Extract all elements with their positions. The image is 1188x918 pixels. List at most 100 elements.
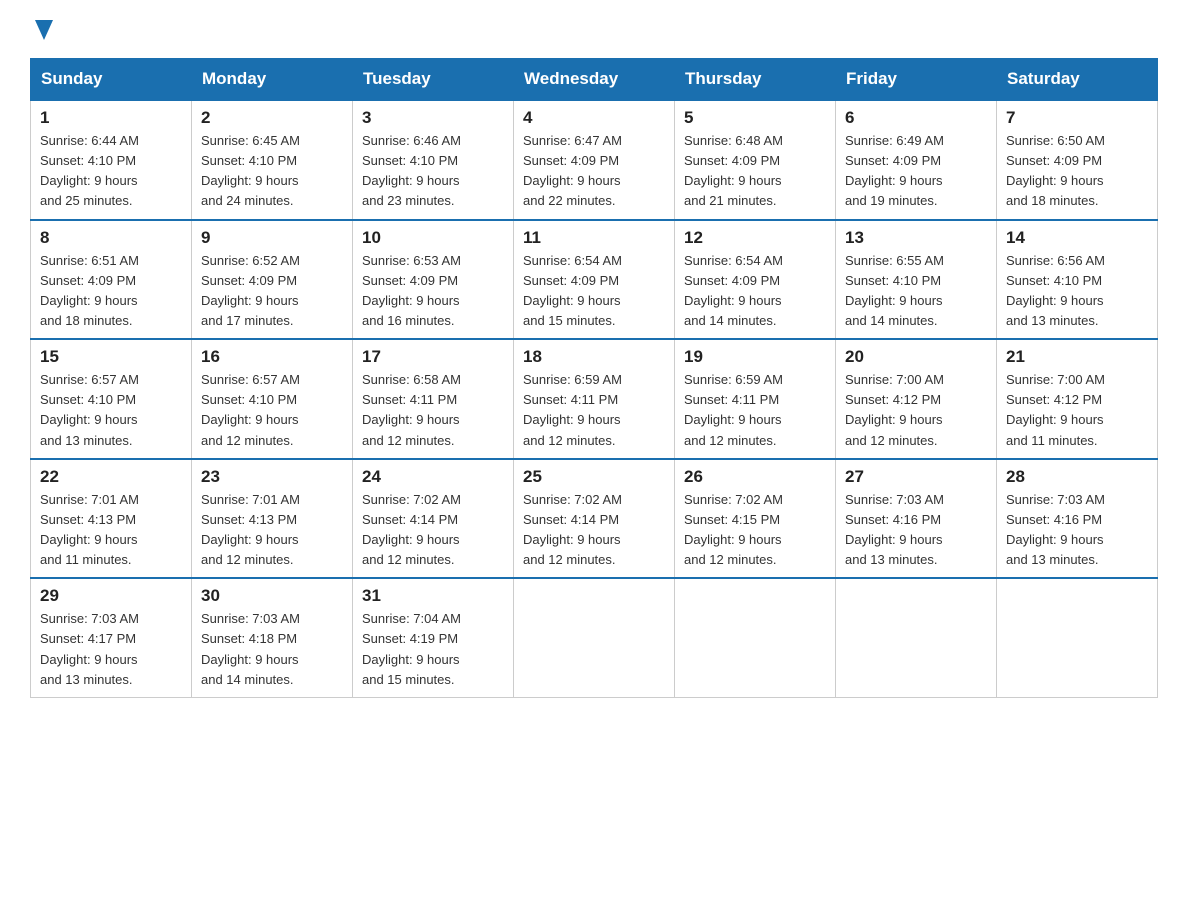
day-number: 21 xyxy=(1006,347,1148,367)
day-number: 13 xyxy=(845,228,987,248)
day-number: 16 xyxy=(201,347,343,367)
day-info: Sunrise: 7:02 AMSunset: 4:14 PMDaylight:… xyxy=(523,490,665,571)
calendar-cell: 31 Sunrise: 7:04 AMSunset: 4:19 PMDayligh… xyxy=(353,578,514,697)
calendar-cell xyxy=(836,578,997,697)
day-number: 26 xyxy=(684,467,826,487)
day-number: 7 xyxy=(1006,108,1148,128)
calendar-cell xyxy=(514,578,675,697)
day-number: 1 xyxy=(40,108,182,128)
day-number: 23 xyxy=(201,467,343,487)
day-number: 20 xyxy=(845,347,987,367)
day-number: 2 xyxy=(201,108,343,128)
calendar-cell xyxy=(675,578,836,697)
col-header-tuesday: Tuesday xyxy=(353,59,514,101)
day-info: Sunrise: 6:57 AMSunset: 4:10 PMDaylight:… xyxy=(40,370,182,451)
calendar-cell: 8Sunrise: 6:51 AMSunset: 4:09 PMDaylight… xyxy=(31,220,192,340)
calendar-cell: 24 Sunrise: 7:02 AMSunset: 4:14 PMDayligh… xyxy=(353,459,514,579)
calendar-cell: 19 Sunrise: 6:59 AMSunset: 4:11 PMDayligh… xyxy=(675,339,836,459)
col-header-sunday: Sunday xyxy=(31,59,192,101)
day-number: 9 xyxy=(201,228,343,248)
day-number: 27 xyxy=(845,467,987,487)
day-number: 4 xyxy=(523,108,665,128)
day-number: 29 xyxy=(40,586,182,606)
day-info: Sunrise: 6:57 AMSunset: 4:10 PMDaylight:… xyxy=(201,370,343,451)
day-number: 31 xyxy=(362,586,504,606)
calendar-cell: 3Sunrise: 6:46 AMSunset: 4:10 PMDaylight… xyxy=(353,100,514,220)
day-info: Sunrise: 6:46 AMSunset: 4:10 PMDaylight:… xyxy=(362,131,504,212)
calendar-week-row: 22 Sunrise: 7:01 AMSunset: 4:13 PMDayligh… xyxy=(31,459,1158,579)
day-info: Sunrise: 6:47 AMSunset: 4:09 PMDaylight:… xyxy=(523,131,665,212)
day-info: Sunrise: 7:03 AMSunset: 4:16 PMDaylight:… xyxy=(845,490,987,571)
calendar-cell: 12 Sunrise: 6:54 AMSunset: 4:09 PMDayligh… xyxy=(675,220,836,340)
day-info: Sunrise: 6:52 AMSunset: 4:09 PMDaylight:… xyxy=(201,251,343,332)
calendar-cell: 26 Sunrise: 7:02 AMSunset: 4:15 PMDayligh… xyxy=(675,459,836,579)
calendar-cell: 10 Sunrise: 6:53 AMSunset: 4:09 PMDayligh… xyxy=(353,220,514,340)
calendar-cell: 13 Sunrise: 6:55 AMSunset: 4:10 PMDayligh… xyxy=(836,220,997,340)
day-info: Sunrise: 7:00 AMSunset: 4:12 PMDaylight:… xyxy=(845,370,987,451)
day-number: 14 xyxy=(1006,228,1148,248)
day-info: Sunrise: 6:55 AMSunset: 4:10 PMDaylight:… xyxy=(845,251,987,332)
day-number: 12 xyxy=(684,228,826,248)
calendar-cell xyxy=(997,578,1158,697)
day-number: 22 xyxy=(40,467,182,487)
calendar-cell: 29Sunrise: 7:03 AMSunset: 4:17 PMDayligh… xyxy=(31,578,192,697)
calendar-table: SundayMondayTuesdayWednesdayThursdayFrid… xyxy=(30,58,1158,698)
col-header-saturday: Saturday xyxy=(997,59,1158,101)
day-info: Sunrise: 6:58 AMSunset: 4:11 PMDaylight:… xyxy=(362,370,504,451)
day-info: Sunrise: 7:00 AMSunset: 4:12 PMDaylight:… xyxy=(1006,370,1148,451)
day-info: Sunrise: 6:49 AMSunset: 4:09 PMDaylight:… xyxy=(845,131,987,212)
calendar-week-row: 15Sunrise: 6:57 AMSunset: 4:10 PMDayligh… xyxy=(31,339,1158,459)
day-info: Sunrise: 7:01 AMSunset: 4:13 PMDaylight:… xyxy=(201,490,343,571)
day-number: 18 xyxy=(523,347,665,367)
day-number: 24 xyxy=(362,467,504,487)
day-info: Sunrise: 6:51 AMSunset: 4:09 PMDaylight:… xyxy=(40,251,182,332)
day-info: Sunrise: 6:59 AMSunset: 4:11 PMDaylight:… xyxy=(684,370,826,451)
day-info: Sunrise: 7:03 AMSunset: 4:16 PMDaylight:… xyxy=(1006,490,1148,571)
calendar-cell: 22 Sunrise: 7:01 AMSunset: 4:13 PMDayligh… xyxy=(31,459,192,579)
calendar-week-row: 8Sunrise: 6:51 AMSunset: 4:09 PMDaylight… xyxy=(31,220,1158,340)
col-header-thursday: Thursday xyxy=(675,59,836,101)
calendar-cell: 2 Sunrise: 6:45 AMSunset: 4:10 PMDaylight… xyxy=(192,100,353,220)
calendar-cell: 30 Sunrise: 7:03 AMSunset: 4:18 PMDayligh… xyxy=(192,578,353,697)
calendar-cell: 25Sunrise: 7:02 AMSunset: 4:14 PMDayligh… xyxy=(514,459,675,579)
calendar-week-row: 1 Sunrise: 6:44 AMSunset: 4:10 PMDaylight… xyxy=(31,100,1158,220)
day-number: 28 xyxy=(1006,467,1148,487)
day-number: 17 xyxy=(362,347,504,367)
day-info: Sunrise: 6:54 AMSunset: 4:09 PMDaylight:… xyxy=(523,251,665,332)
day-number: 10 xyxy=(362,228,504,248)
logo xyxy=(30,20,53,40)
calendar-cell: 21 Sunrise: 7:00 AMSunset: 4:12 PMDayligh… xyxy=(997,339,1158,459)
day-info: Sunrise: 7:01 AMSunset: 4:13 PMDaylight:… xyxy=(40,490,182,571)
day-info: Sunrise: 7:02 AMSunset: 4:15 PMDaylight:… xyxy=(684,490,826,571)
calendar-cell: 28 Sunrise: 7:03 AMSunset: 4:16 PMDayligh… xyxy=(997,459,1158,579)
day-info: Sunrise: 6:53 AMSunset: 4:09 PMDaylight:… xyxy=(362,251,504,332)
day-info: Sunrise: 6:44 AMSunset: 4:10 PMDaylight:… xyxy=(40,131,182,212)
calendar-cell: 16 Sunrise: 6:57 AMSunset: 4:10 PMDayligh… xyxy=(192,339,353,459)
calendar-header-row: SundayMondayTuesdayWednesdayThursdayFrid… xyxy=(31,59,1158,101)
page-header xyxy=(30,20,1158,40)
calendar-cell: 4 Sunrise: 6:47 AMSunset: 4:09 PMDaylight… xyxy=(514,100,675,220)
day-info: Sunrise: 6:48 AMSunset: 4:09 PMDaylight:… xyxy=(684,131,826,212)
calendar-cell: 20 Sunrise: 7:00 AMSunset: 4:12 PMDayligh… xyxy=(836,339,997,459)
day-number: 30 xyxy=(201,586,343,606)
calendar-cell: 14Sunrise: 6:56 AMSunset: 4:10 PMDayligh… xyxy=(997,220,1158,340)
day-info: Sunrise: 6:54 AMSunset: 4:09 PMDaylight:… xyxy=(684,251,826,332)
day-info: Sunrise: 7:03 AMSunset: 4:18 PMDaylight:… xyxy=(201,609,343,690)
calendar-cell: 5 Sunrise: 6:48 AMSunset: 4:09 PMDaylight… xyxy=(675,100,836,220)
calendar-cell: 17 Sunrise: 6:58 AMSunset: 4:11 PMDayligh… xyxy=(353,339,514,459)
day-number: 11 xyxy=(523,228,665,248)
calendar-cell: 1 Sunrise: 6:44 AMSunset: 4:10 PMDaylight… xyxy=(31,100,192,220)
day-info: Sunrise: 7:04 AMSunset: 4:19 PMDaylight:… xyxy=(362,609,504,690)
logo-arrow-icon xyxy=(35,20,53,40)
day-info: Sunrise: 7:02 AMSunset: 4:14 PMDaylight:… xyxy=(362,490,504,571)
col-header-friday: Friday xyxy=(836,59,997,101)
calendar-week-row: 29Sunrise: 7:03 AMSunset: 4:17 PMDayligh… xyxy=(31,578,1158,697)
day-number: 5 xyxy=(684,108,826,128)
day-number: 6 xyxy=(845,108,987,128)
calendar-cell: 7 Sunrise: 6:50 AMSunset: 4:09 PMDaylight… xyxy=(997,100,1158,220)
day-info: Sunrise: 6:45 AMSunset: 4:10 PMDaylight:… xyxy=(201,131,343,212)
day-number: 19 xyxy=(684,347,826,367)
calendar-cell: 11 Sunrise: 6:54 AMSunset: 4:09 PMDayligh… xyxy=(514,220,675,340)
day-info: Sunrise: 6:50 AMSunset: 4:09 PMDaylight:… xyxy=(1006,131,1148,212)
calendar-cell: 18Sunrise: 6:59 AMSunset: 4:11 PMDayligh… xyxy=(514,339,675,459)
